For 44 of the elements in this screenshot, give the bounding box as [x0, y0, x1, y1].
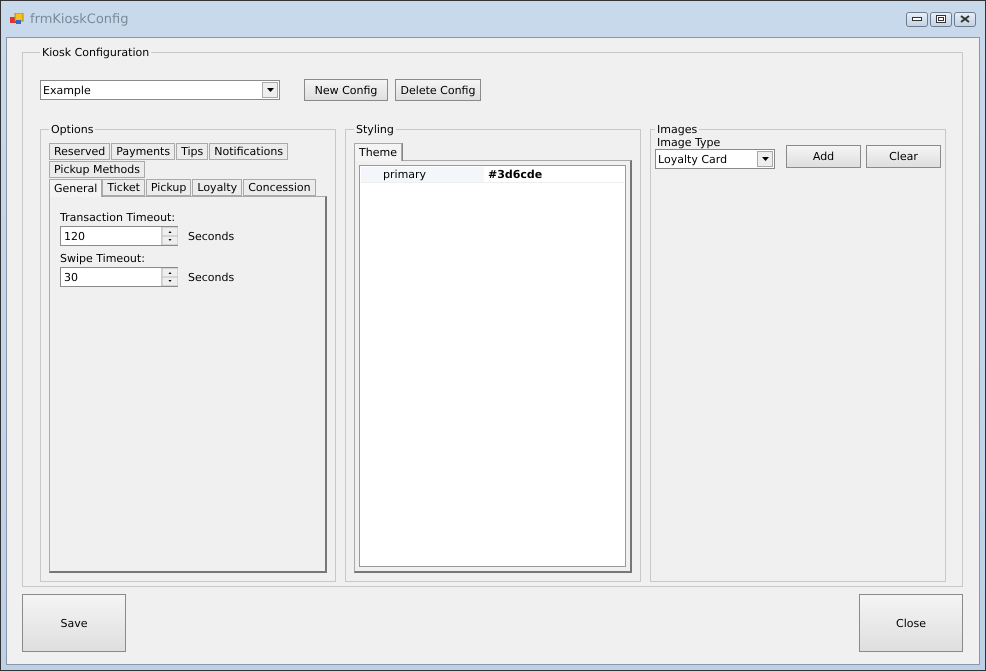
app-icon [10, 13, 24, 25]
spin-arrows-icon [162, 227, 178, 245]
group-title: Options [50, 123, 94, 136]
config-button[interactable]: New Config [304, 79, 388, 101]
footer-button[interactable]: Save [22, 594, 126, 652]
tab[interactable]: Loyalty [192, 179, 242, 196]
config-button[interactable]: Delete Config [395, 79, 481, 101]
tab[interactable]: General [49, 179, 102, 197]
tab[interactable]: Reserved [49, 143, 110, 160]
window-title: frmKioskConfig [30, 12, 130, 26]
group-title: Styling [355, 123, 395, 136]
maximize-icon [936, 15, 946, 23]
tab[interactable]: Pickup [146, 179, 192, 196]
number-field[interactable]: 120 [60, 226, 178, 246]
image-button[interactable]: Add [786, 145, 862, 168]
close-icon [960, 15, 970, 23]
property-name: primary [361, 167, 484, 182]
tab[interactable]: Theme [354, 143, 402, 161]
footer-button[interactable]: Close [859, 594, 963, 652]
property-value[interactable]: #3d6cde [484, 167, 542, 182]
tab[interactable]: Concession [243, 179, 316, 196]
tab[interactable]: Payments [111, 143, 176, 160]
close-button[interactable] [954, 12, 976, 26]
unit-label: Seconds [188, 270, 234, 284]
group-title: Images [656, 123, 698, 136]
tab[interactable]: Tips [176, 143, 208, 160]
field-label: Image Type [657, 136, 722, 149]
minimize-icon [912, 17, 922, 21]
spin-arrows-icon [162, 268, 178, 286]
group-title: Kiosk Configuration [41, 46, 150, 59]
caret-icon [266, 88, 274, 92]
tab[interactable]: Pickup Methods [49, 161, 145, 178]
tab[interactable]: Notifications [209, 143, 288, 160]
caret-icon [762, 157, 769, 161]
number-field[interactable]: 30 [60, 267, 178, 287]
maximize-button[interactable] [930, 12, 952, 26]
field-label: Swipe Timeout: [60, 252, 146, 265]
image-type-dropdown[interactable]: Loyalty Card [655, 149, 776, 169]
minimize-button[interactable] [906, 12, 928, 26]
unit-label: Seconds [188, 230, 234, 242]
field-label: Transaction Timeout: [60, 211, 176, 224]
config-dropdown[interactable]: Example [40, 80, 280, 100]
tab[interactable]: Ticket [102, 179, 145, 196]
image-button[interactable]: Clear [866, 145, 942, 168]
